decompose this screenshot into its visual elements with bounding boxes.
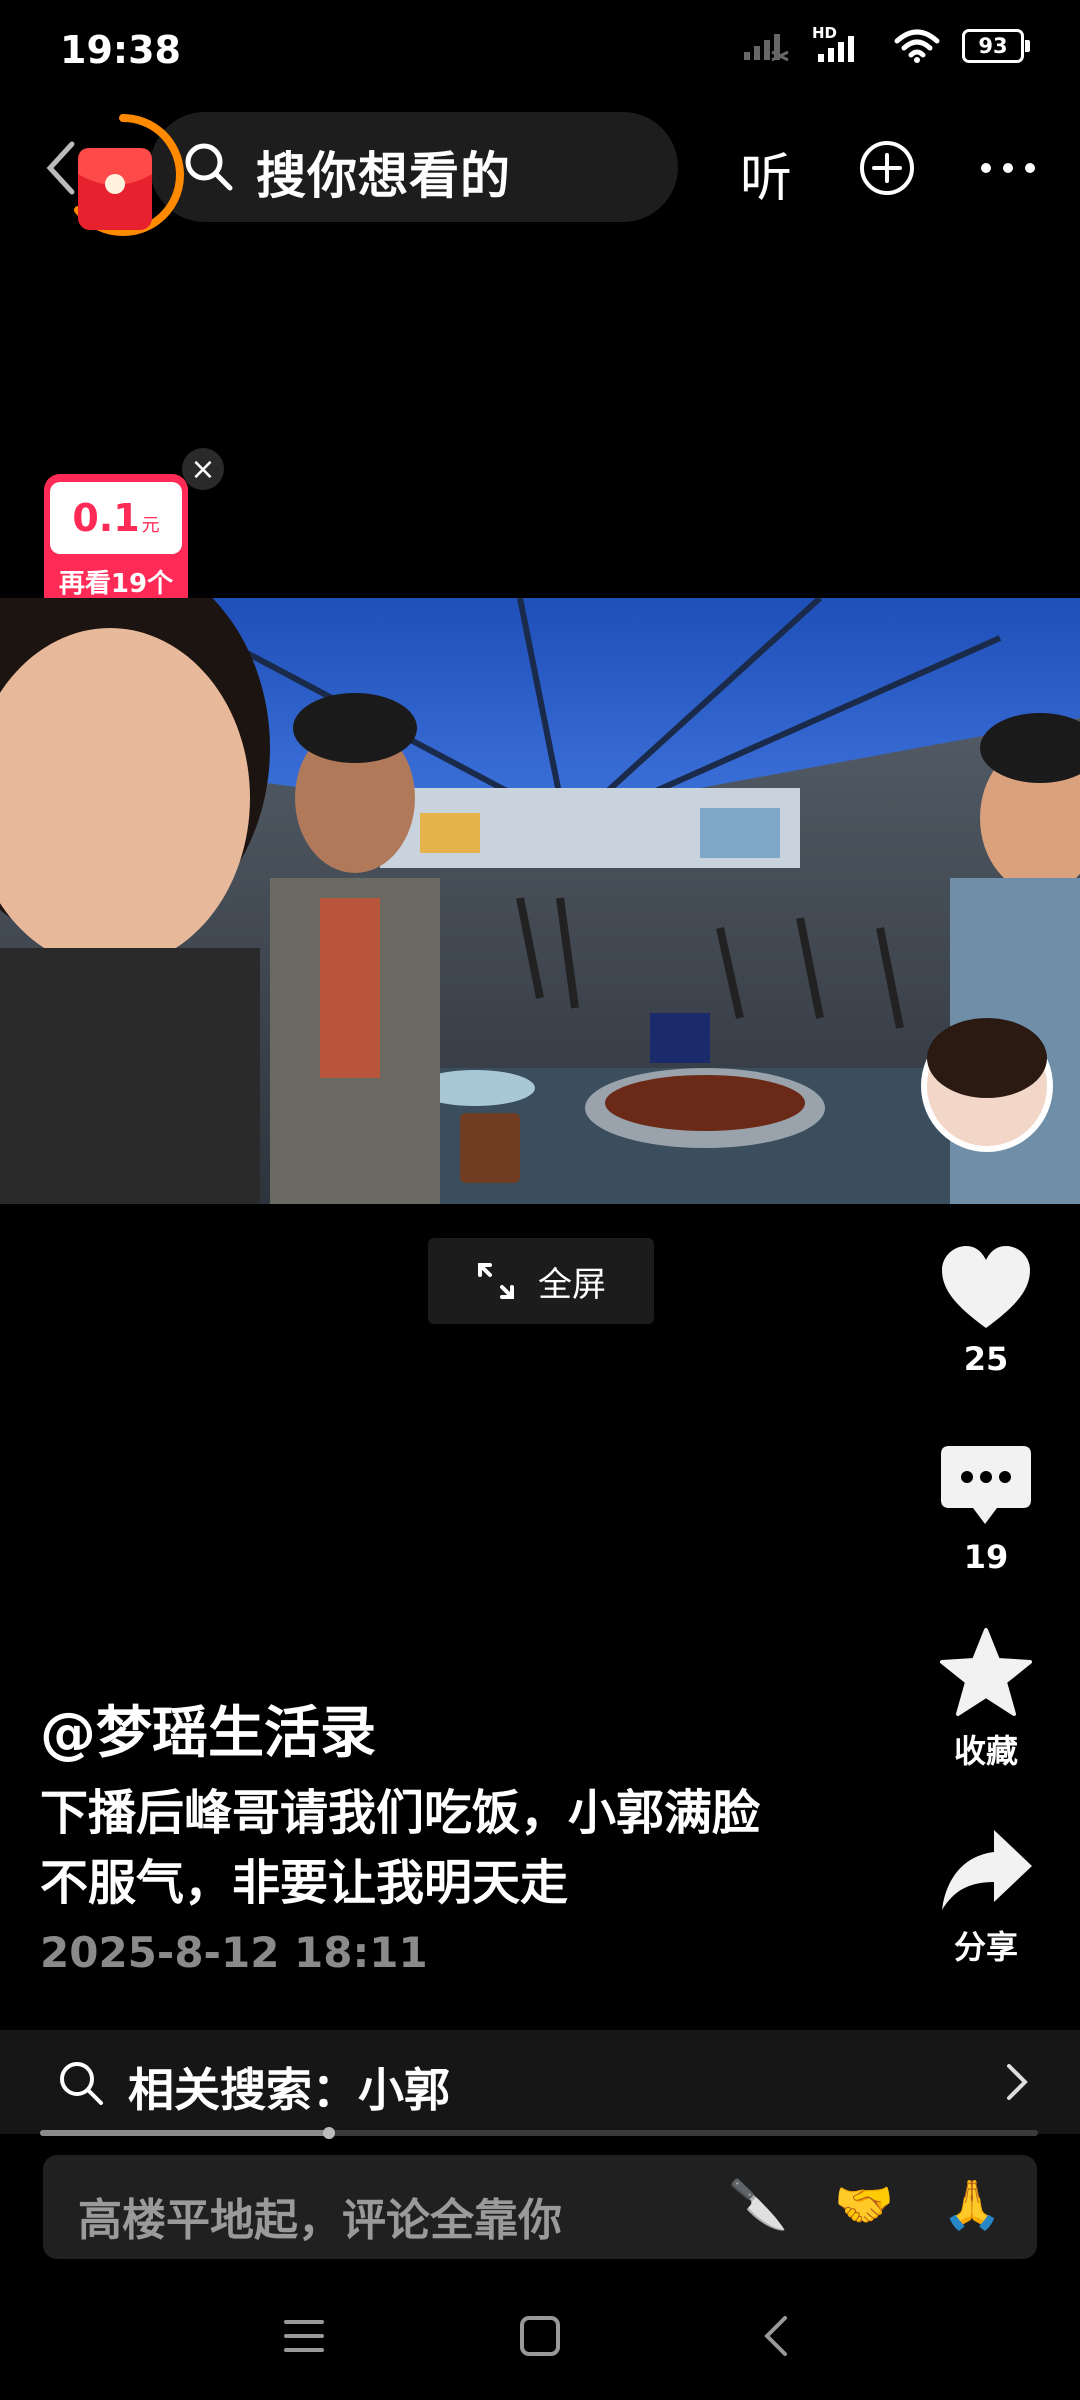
- caption-line-2: 不服气，非要让我明天走: [40, 1855, 569, 1911]
- cellular-signal-icon: [744, 34, 789, 62]
- emoji-pray-button[interactable]: 🙏: [942, 2176, 1002, 2233]
- playback-progress-fill: [40, 2130, 330, 2136]
- reward-badge[interactable]: 0.1 元 再看19个: [44, 474, 188, 612]
- search-placeholder: 搜你想看的: [256, 147, 511, 205]
- hd-signal-icon: HD: [812, 24, 872, 64]
- post-caption: 下播后峰哥请我们吃饭，小郭满脸 不服气，非要让我明天走: [40, 1778, 880, 1918]
- more-button[interactable]: [978, 150, 1038, 186]
- favorite-label: 收藏: [953, 1732, 1018, 1770]
- handshake-emoji-icon: 🤝: [834, 2177, 894, 2233]
- like-count: 25: [963, 1340, 1009, 1378]
- comment-placeholder: 高楼平地起，评论全靠你: [78, 2195, 562, 2246]
- video-frame: [0, 598, 1080, 1204]
- status-icons: HD 93: [742, 24, 1030, 64]
- chevron-right-icon: [1007, 2064, 1028, 2100]
- post-date: 2025-8-12 18:11: [40, 1928, 428, 1977]
- status-time: 19:38: [60, 28, 181, 72]
- comment-count: 19: [963, 1538, 1009, 1576]
- share-label: 分享: [953, 1928, 1018, 1966]
- red-envelope-icon: [78, 148, 152, 230]
- knife-emoji-icon: 🔪: [728, 2177, 788, 2233]
- heart-icon: [942, 1246, 1030, 1328]
- home-square-icon: [520, 2316, 560, 2356]
- video-player[interactable]: [0, 598, 1080, 1204]
- playback-progress-bar[interactable]: [40, 2127, 1038, 2139]
- reward-unit: 元: [141, 515, 160, 536]
- like-button[interactable]: 25: [921, 1244, 1051, 1378]
- battery-indicator: 93: [962, 29, 1030, 63]
- star-icon: [940, 1628, 1032, 1716]
- fullscreen-button[interactable]: 全屏: [428, 1238, 654, 1324]
- reward-amount: 0.1: [72, 496, 140, 540]
- menu-icon: [284, 2320, 324, 2352]
- emoji-knife-button[interactable]: 🔪: [728, 2176, 788, 2233]
- caption-line-1: 下播后峰哥请我们吃饭，小郭满脸: [40, 1785, 761, 1841]
- reward-close-button[interactable]: ×: [182, 448, 224, 490]
- close-icon: ×: [190, 451, 216, 487]
- related-search-label: 相关搜索：小郭: [128, 2063, 450, 2117]
- reward-amount-box: 0.1 元: [50, 482, 182, 554]
- more-dots-icon: [981, 163, 1035, 173]
- share-arrow-icon: [942, 1830, 1032, 1910]
- author-name[interactable]: @梦瑶生活录: [40, 1688, 376, 1769]
- search-icon: [185, 143, 233, 191]
- back-arrow-icon: [764, 2316, 787, 2356]
- share-button[interactable]: 分享: [921, 1826, 1051, 1968]
- add-button[interactable]: [858, 139, 916, 197]
- network-label: HD: [812, 24, 838, 42]
- wifi-icon: [894, 29, 940, 63]
- comment-button[interactable]: 19: [921, 1444, 1051, 1576]
- nav-menu-button[interactable]: [264, 2308, 344, 2364]
- search-icon: [60, 2062, 103, 2105]
- playback-progress-knob[interactable]: [323, 2127, 336, 2139]
- comment-bubble-icon: [941, 1446, 1031, 1524]
- favorite-button[interactable]: 收藏: [921, 1626, 1051, 1772]
- reward-subtitle: 再看19个: [58, 569, 174, 599]
- pray-emoji-icon: 🙏: [942, 2177, 1002, 2233]
- listen-button[interactable]: 听: [740, 136, 792, 211]
- fullscreen-label: 全屏: [538, 1264, 606, 1305]
- expand-icon: [478, 1263, 514, 1299]
- emoji-handshake-button[interactable]: 🤝: [834, 2176, 894, 2233]
- red-envelope-button[interactable]: [76, 146, 154, 232]
- plus-circle-icon: [860, 141, 914, 195]
- nav-back-button[interactable]: [736, 2308, 816, 2364]
- nav-home-button[interactable]: [500, 2308, 580, 2364]
